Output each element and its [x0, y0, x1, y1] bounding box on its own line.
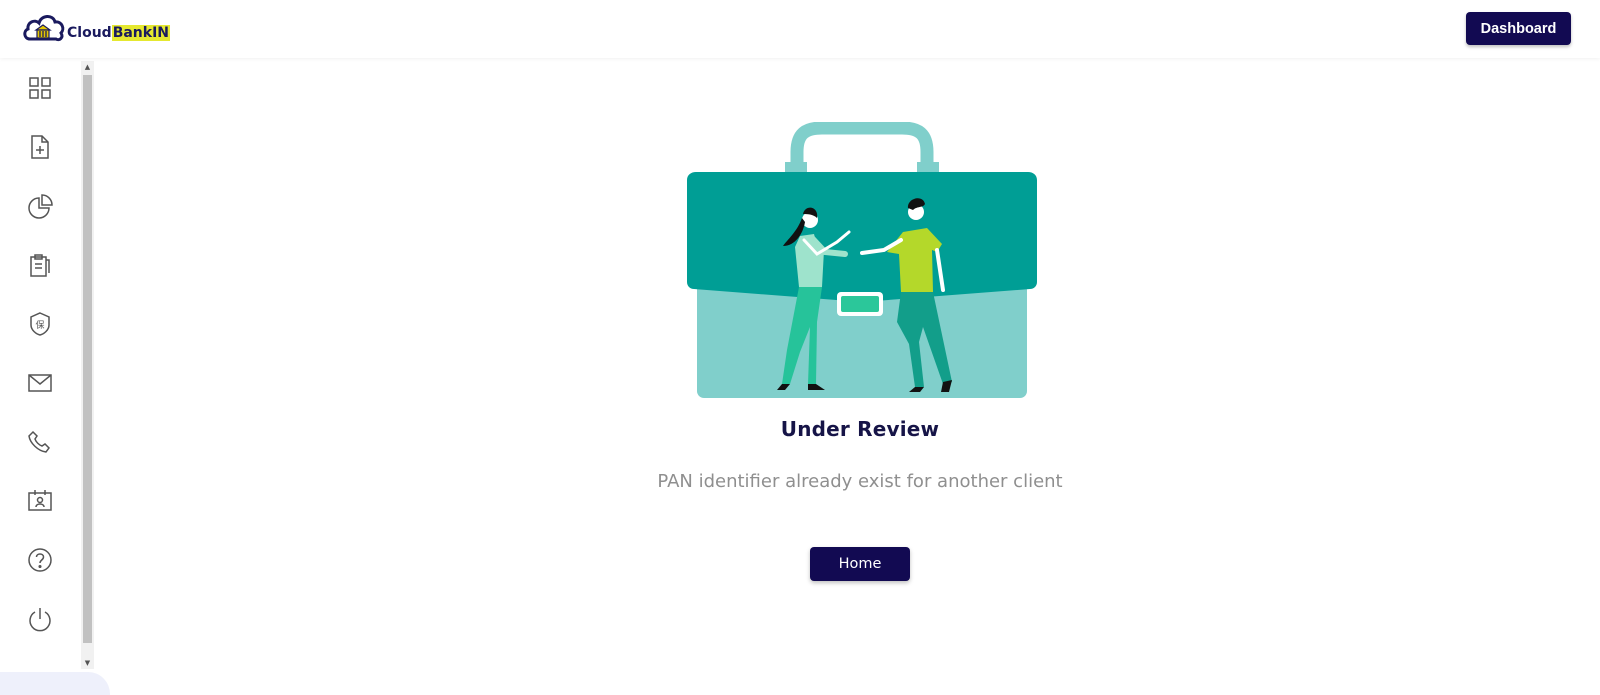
clipboard-icon [30, 254, 50, 277]
home-button[interactable]: Home [810, 547, 910, 581]
sidebar-item-dashboard[interactable] [26, 74, 54, 102]
svg-text:保: 保 [35, 319, 44, 331]
phone-icon [28, 430, 50, 453]
sidebar-item-profile[interactable] [26, 487, 54, 515]
help-icon [28, 548, 52, 572]
logo-text-cloud: Cloud [67, 25, 112, 41]
status-title: Under Review [780, 417, 940, 441]
logo-text-bankin: BankIN [111, 25, 171, 41]
cloud-bank-icon [23, 15, 65, 42]
sidebar-footer-decoration [0, 672, 110, 695]
dashboard-button[interactable]: Dashboard [1466, 12, 1571, 45]
mail-icon [28, 374, 52, 392]
sidebar-item-help[interactable] [26, 546, 54, 574]
main-content: Under Review PAN identifier already exis… [95, 58, 1600, 695]
sidebar-item-documents[interactable] [26, 251, 54, 279]
cloudbankin-logo[interactable]: CloudBankIN [22, 11, 171, 47]
sidebar-item-logout[interactable] [26, 605, 54, 633]
add-document-icon [31, 135, 49, 159]
pie-chart-icon [28, 194, 53, 219]
sidebar-item-contact[interactable] [26, 428, 54, 456]
sidebar-item-new-application[interactable] [26, 133, 54, 161]
briefcase-handshake-illustration [687, 122, 1037, 398]
sidebar-scrollbar[interactable]: ▲ ▼ [81, 61, 94, 669]
contact-card-icon [28, 490, 52, 511]
sidebar-item-messages[interactable] [26, 369, 54, 397]
scroll-up-arrow-icon[interactable]: ▲ [81, 61, 94, 73]
sidebar-item-insurance[interactable]: 保 [26, 310, 54, 338]
logo-text: CloudBankIN [67, 24, 171, 42]
scroll-down-arrow-icon[interactable]: ▼ [81, 657, 94, 669]
power-icon [29, 608, 51, 632]
shield-icon: 保 [30, 312, 50, 336]
scrollbar-thumb[interactable] [83, 75, 92, 643]
dashboard-grid-icon [29, 77, 51, 99]
status-message: PAN identifier already exist for another… [657, 471, 1063, 492]
top-bar: CloudBankIN Dashboard [0, 0, 1600, 58]
sidebar-item-reports[interactable] [26, 192, 54, 220]
